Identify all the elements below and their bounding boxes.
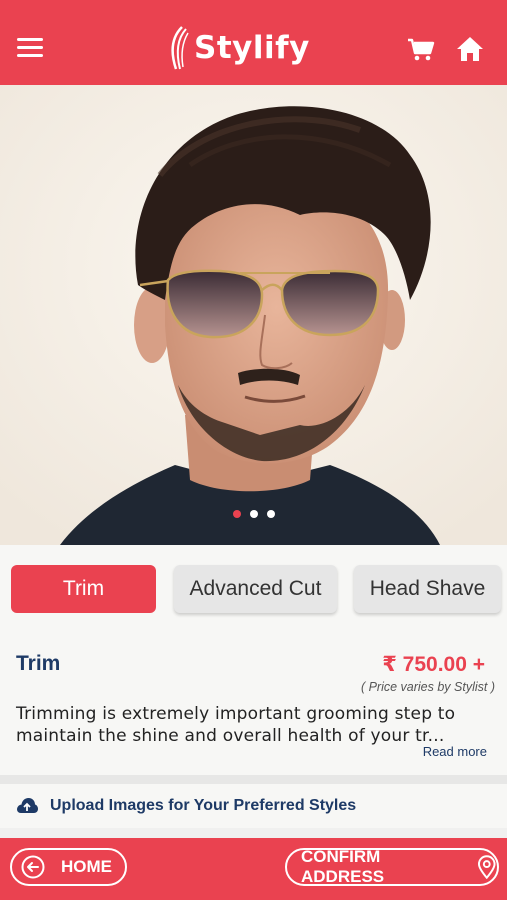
tab-trim[interactable]: Trim [11,565,156,613]
cloud-upload-icon [17,798,38,813]
brand-name: Stylify [194,30,310,66]
upload-images-row[interactable]: Upload Images for Your Preferred Styles [0,784,507,828]
price-note: ( Price varies by Stylist ) [360,680,495,694]
carousel-dot[interactable] [249,510,258,518]
section-divider [0,828,507,838]
home-button-label: HOME [61,857,112,876]
service-price: ₹ 750.00 + [382,653,485,676]
menu-icon[interactable] [17,38,43,60]
back-arrow-icon [21,855,45,879]
bottom-action-bar: HOME CONFIRM ADDRESS [0,838,507,900]
leaf-logo-icon [171,26,189,70]
model-portrait-image [0,85,507,545]
hero-image-carousel[interactable] [0,85,507,545]
read-more-link[interactable]: Read more [423,744,487,759]
brand-logo: Stylify [168,24,310,72]
service-details: Trim ₹ 750.00 + ( Price varies by Stylis… [0,635,507,775]
tab-advanced-cut[interactable]: Advanced Cut [174,565,337,613]
home-icon[interactable] [456,36,484,62]
service-title: Trim [16,652,61,675]
location-pin-icon [478,855,497,879]
carousel-pagination [0,510,507,518]
service-description: Trimming is extremely important grooming… [16,704,456,746]
carousel-dot[interactable] [232,510,241,518]
carousel-dot[interactable] [266,510,275,518]
top-app-bar: Stylify [0,0,507,85]
cart-icon[interactable] [407,38,435,62]
service-tabs: Trim Advanced Cut Head Shave [0,545,507,635]
upload-label: Upload Images for Your Preferred Styles [50,797,357,814]
home-button[interactable]: HOME [10,848,127,886]
confirm-address-label: CONFIRM ADDRESS [301,847,385,886]
confirm-address-button[interactable]: CONFIRM ADDRESS [285,847,499,886]
section-divider [0,775,507,784]
tab-head-shave[interactable]: Head Shave [354,565,501,613]
